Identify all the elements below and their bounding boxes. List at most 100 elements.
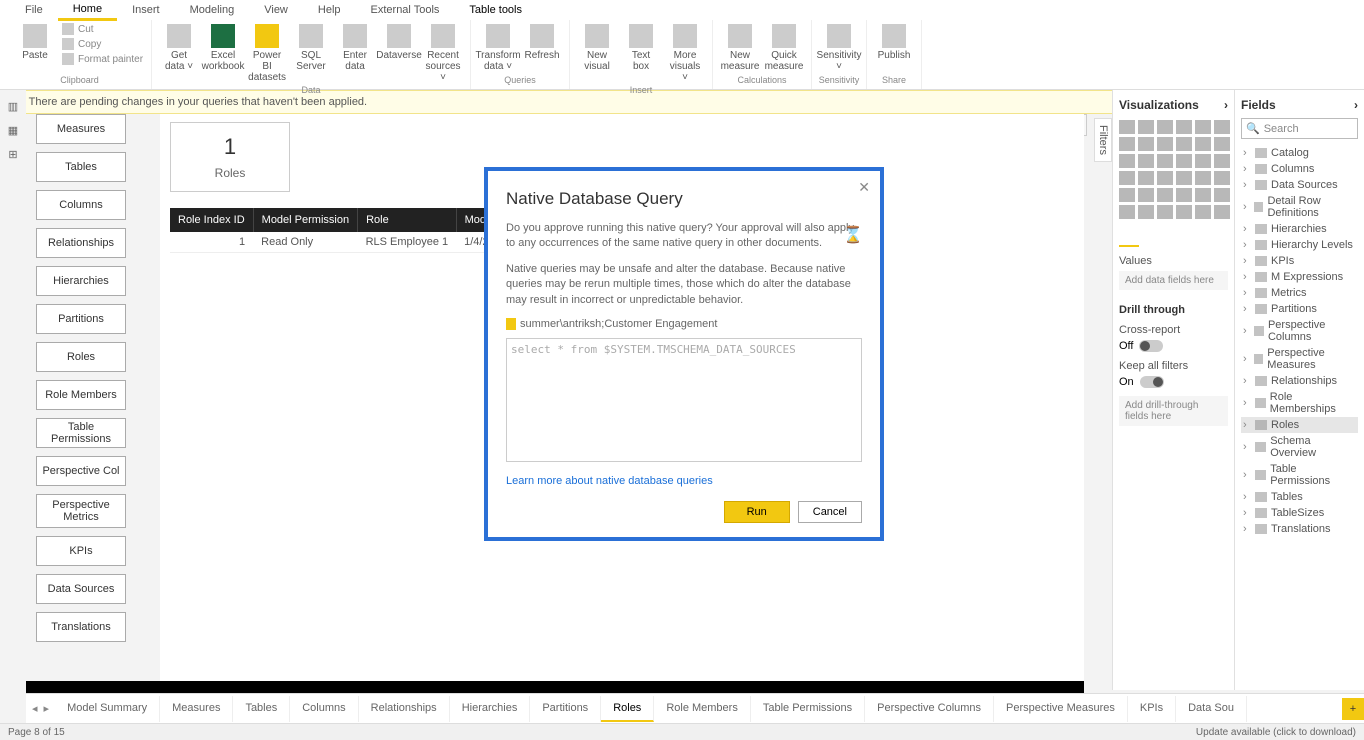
page-tab[interactable]: Role Members bbox=[654, 696, 751, 722]
nav-translations[interactable]: Translations bbox=[36, 612, 126, 642]
dialog-close-button[interactable]: ✕ bbox=[858, 179, 870, 196]
query-textarea[interactable] bbox=[506, 338, 862, 462]
update-available[interactable]: Update available (click to download) bbox=[1196, 727, 1356, 738]
cut-button[interactable]: Cut bbox=[60, 22, 145, 36]
format-tab-icon[interactable] bbox=[1149, 229, 1169, 247]
menu-table-tools[interactable]: Table tools bbox=[454, 1, 537, 19]
menu-external-tools[interactable]: External Tools bbox=[356, 1, 455, 19]
chevron-right-icon[interactable]: › bbox=[1224, 98, 1228, 112]
sensitivity-button[interactable]: Sensitivity ˅ bbox=[818, 22, 860, 74]
viz-type-icon[interactable] bbox=[1195, 205, 1211, 219]
new-measure-button[interactable]: New measure bbox=[719, 22, 761, 74]
field-item[interactable]: ›Metrics bbox=[1241, 285, 1358, 301]
viz-type-icon[interactable] bbox=[1138, 120, 1154, 134]
page-tab[interactable]: Relationships bbox=[359, 696, 450, 722]
drill-well[interactable]: Add drill-through fields here bbox=[1119, 396, 1228, 426]
menu-home[interactable]: Home bbox=[58, 0, 117, 21]
field-item[interactable]: ›Data Sources bbox=[1241, 177, 1358, 193]
field-item[interactable]: ›Role Memberships bbox=[1241, 389, 1358, 417]
viz-type-icon[interactable] bbox=[1119, 188, 1135, 202]
field-item[interactable]: ›Schema Overview bbox=[1241, 433, 1358, 461]
field-item[interactable]: ›Relationships bbox=[1241, 373, 1358, 389]
keep-filters-toggle[interactable] bbox=[1140, 376, 1164, 388]
fields-tab-icon[interactable] bbox=[1119, 229, 1139, 247]
viz-type-icon[interactable] bbox=[1119, 171, 1135, 185]
page-tab[interactable]: Tables bbox=[233, 696, 290, 722]
page-tab[interactable]: Partitions bbox=[530, 696, 601, 722]
page-tab[interactable]: Data Sou bbox=[1176, 696, 1247, 722]
nav-relationships[interactable]: Relationships bbox=[36, 228, 126, 258]
copy-button[interactable]: Copy bbox=[60, 37, 145, 51]
menu-view[interactable]: View bbox=[249, 1, 303, 19]
viz-type-icon[interactable] bbox=[1119, 120, 1135, 134]
menu-help[interactable]: Help bbox=[303, 1, 356, 19]
field-item[interactable]: ›Catalog bbox=[1241, 145, 1358, 161]
viz-type-icon[interactable] bbox=[1157, 154, 1173, 168]
pbi-datasets-button[interactable]: Power BI datasets bbox=[246, 22, 288, 85]
recent-sources-button[interactable]: Recent sources ˅ bbox=[422, 22, 464, 85]
viz-type-icon[interactable] bbox=[1176, 120, 1192, 134]
viz-type-icon[interactable] bbox=[1214, 120, 1230, 134]
viz-type-icon[interactable] bbox=[1157, 188, 1173, 202]
viz-type-icon[interactable] bbox=[1138, 137, 1154, 151]
viz-type-icon[interactable] bbox=[1138, 188, 1154, 202]
page-tab[interactable]: Perspective Columns bbox=[865, 696, 994, 722]
quick-measure-button[interactable]: Quick measure bbox=[763, 22, 805, 74]
viz-type-icon[interactable] bbox=[1214, 137, 1230, 151]
viz-type-icon[interactable] bbox=[1214, 154, 1230, 168]
field-item[interactable]: ›Columns bbox=[1241, 161, 1358, 177]
page-tab[interactable]: Model Summary bbox=[55, 696, 160, 722]
viz-type-icon[interactable] bbox=[1157, 120, 1173, 134]
model-view-icon[interactable]: ⊞ bbox=[5, 146, 21, 162]
viz-type-icon[interactable] bbox=[1176, 137, 1192, 151]
menu-insert[interactable]: Insert bbox=[117, 1, 175, 19]
add-page-button[interactable]: + bbox=[1342, 698, 1364, 720]
page-tab[interactable]: Perspective Measures bbox=[994, 696, 1128, 722]
viz-type-icon[interactable] bbox=[1119, 154, 1135, 168]
menu-modeling[interactable]: Modeling bbox=[175, 1, 250, 19]
viz-type-icon[interactable] bbox=[1119, 205, 1135, 219]
tab-nav-right[interactable]: ▸ bbox=[42, 700, 52, 717]
viz-type-icon[interactable] bbox=[1195, 120, 1211, 134]
field-item[interactable]: ›KPIs bbox=[1241, 253, 1358, 269]
viz-type-icon[interactable] bbox=[1119, 137, 1135, 151]
page-tab[interactable]: Hierarchies bbox=[450, 696, 531, 722]
nav-columns[interactable]: Columns bbox=[36, 190, 126, 220]
report-view-icon[interactable]: ▥ bbox=[5, 98, 21, 114]
field-item[interactable]: ›Table Permissions bbox=[1241, 461, 1358, 489]
values-well[interactable]: Add data fields here bbox=[1119, 271, 1228, 290]
th-1[interactable]: Model Permission bbox=[253, 208, 357, 232]
excel-button[interactable]: Excel workbook bbox=[202, 22, 244, 74]
nav-perspective-metrics[interactable]: Perspective Metrics bbox=[36, 494, 126, 528]
field-item[interactable]: ›Translations bbox=[1241, 521, 1358, 537]
viz-type-icon[interactable] bbox=[1138, 154, 1154, 168]
viz-type-icon[interactable] bbox=[1214, 188, 1230, 202]
nav-roles[interactable]: Roles bbox=[36, 342, 126, 372]
paste-button[interactable]: Paste bbox=[14, 22, 56, 63]
field-item[interactable]: ›TableSizes bbox=[1241, 505, 1358, 521]
field-item[interactable]: ›M Expressions bbox=[1241, 269, 1358, 285]
viz-type-icon[interactable] bbox=[1195, 137, 1211, 151]
viz-type-icon[interactable] bbox=[1176, 171, 1192, 185]
learn-more-link[interactable]: Learn more about native database queries bbox=[506, 475, 713, 487]
format-painter-button[interactable]: Format painter bbox=[60, 52, 145, 66]
field-item[interactable]: ›Perspective Columns bbox=[1241, 317, 1358, 345]
viz-type-icon[interactable] bbox=[1176, 205, 1192, 219]
cross-report-toggle[interactable] bbox=[1139, 340, 1163, 352]
cancel-button[interactable]: Cancel bbox=[798, 501, 862, 523]
field-item[interactable]: ›Tables bbox=[1241, 489, 1358, 505]
page-tab[interactable]: Roles bbox=[601, 696, 654, 722]
viz-type-icon[interactable] bbox=[1138, 205, 1154, 219]
field-item[interactable]: ›Perspective Measures bbox=[1241, 345, 1358, 373]
viz-type-icon[interactable] bbox=[1195, 154, 1211, 168]
viz-type-icon[interactable] bbox=[1157, 171, 1173, 185]
nav-role-members[interactable]: Role Members bbox=[36, 380, 126, 410]
viz-type-icon[interactable] bbox=[1176, 188, 1192, 202]
refresh-button[interactable]: Refresh bbox=[521, 22, 563, 63]
nav-hierarchies[interactable]: Hierarchies bbox=[36, 266, 126, 296]
viz-type-icon[interactable] bbox=[1195, 188, 1211, 202]
th-0[interactable]: Role Index ID bbox=[170, 208, 253, 232]
nav-data-sources[interactable]: Data Sources bbox=[36, 574, 126, 604]
nav-partitions[interactable]: Partitions bbox=[36, 304, 126, 334]
page-tab[interactable]: KPIs bbox=[1128, 696, 1176, 722]
